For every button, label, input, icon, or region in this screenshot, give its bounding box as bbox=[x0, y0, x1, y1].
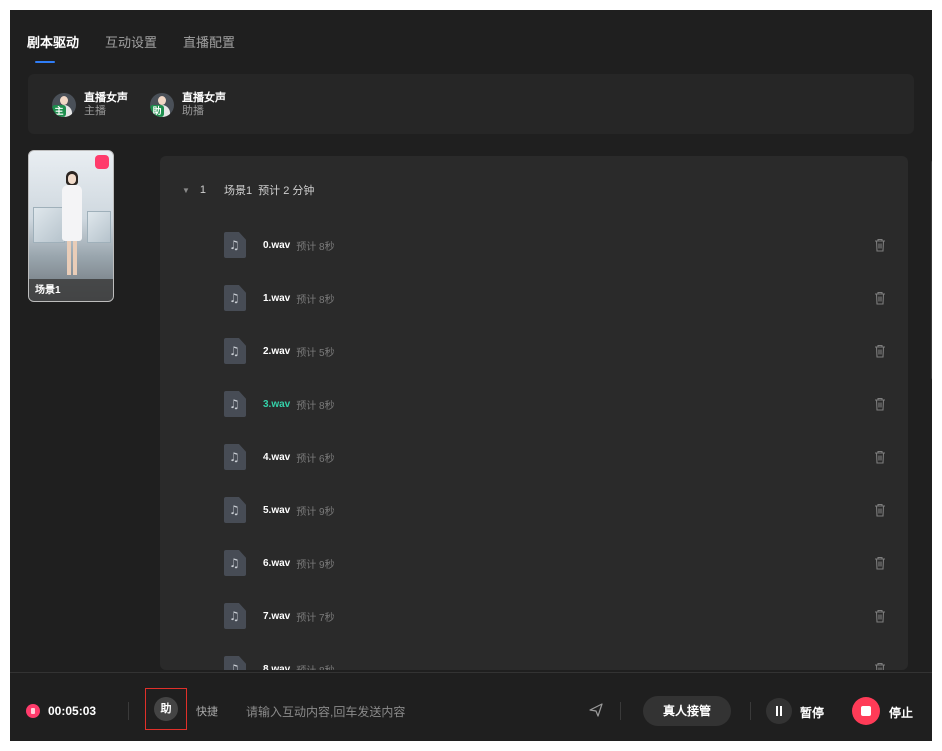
divider bbox=[750, 702, 751, 720]
file-row[interactable]: 8.wav 预计 8秒 bbox=[224, 654, 892, 670]
stop-icon[interactable] bbox=[852, 697, 880, 725]
delete-icon[interactable] bbox=[872, 290, 888, 306]
file-name: 0.wav bbox=[263, 239, 291, 251]
voice-role: 主播 bbox=[84, 105, 106, 117]
voice-bar: 主 直播女声 主播 助 直播女声 助播 bbox=[28, 74, 914, 134]
file-row[interactable]: 2.wav 预计 5秒 bbox=[224, 336, 892, 366]
file-name: 1.wav bbox=[263, 292, 291, 304]
assistant-toggle-button[interactable]: 助 bbox=[145, 688, 187, 730]
pause-button-label[interactable]: 暂停 bbox=[800, 704, 824, 721]
file-row[interactable]: 7.wav 预计 7秒 bbox=[224, 601, 892, 631]
send-icon[interactable] bbox=[588, 702, 604, 718]
voice-name: 直播女声 bbox=[182, 92, 226, 104]
file-row[interactable]: 1.wav 预计 8秒 bbox=[224, 283, 892, 313]
voice-host[interactable]: 主 直播女声 主播 bbox=[52, 92, 128, 118]
scene-header[interactable]: ▼ 1 场景1 预计 2 分钟 bbox=[182, 182, 314, 198]
file-duration: 预计 8秒 bbox=[296, 662, 334, 671]
delete-icon[interactable] bbox=[872, 661, 888, 670]
file-row[interactable]: 5.wav 预计 9秒 bbox=[224, 495, 892, 525]
file-row[interactable]: 4.wav 预计 6秒 bbox=[224, 442, 892, 472]
file-duration: 预计 9秒 bbox=[296, 559, 335, 571]
host-badge: 主 bbox=[52, 105, 66, 117]
file-name: 7.wav bbox=[263, 610, 291, 622]
audio-file-icon bbox=[224, 338, 246, 364]
delete-icon[interactable] bbox=[872, 396, 888, 412]
quick-phrases-button[interactable]: 快捷 bbox=[196, 703, 218, 719]
delete-icon[interactable] bbox=[872, 502, 888, 518]
tab-live-config[interactable]: 直播配置 bbox=[183, 32, 235, 51]
audio-file-icon bbox=[224, 603, 246, 629]
file-name: 6.wav bbox=[263, 557, 291, 569]
scene-thumbnail[interactable]: 场景1 bbox=[28, 150, 114, 302]
pause-icon[interactable] bbox=[766, 698, 792, 724]
avatar: 助 bbox=[150, 93, 174, 117]
file-duration: 预计 5秒 bbox=[296, 347, 335, 359]
script-list-panel: ▼ 1 场景1 预计 2 分钟 0.wav 预计 8秒 1.wav 预计 8秒 2.wa… bbox=[160, 156, 908, 670]
caret-down-icon[interactable]: ▼ bbox=[182, 186, 190, 195]
audio-file-icon bbox=[224, 444, 246, 470]
file-name: 4.wav bbox=[263, 451, 291, 463]
voice-role: 助播 bbox=[182, 105, 204, 117]
scrollbar[interactable] bbox=[931, 160, 932, 380]
delete-icon[interactable] bbox=[872, 449, 888, 465]
tab-script-driven[interactable]: 剧本驱动 bbox=[27, 32, 79, 63]
file-row[interactable]: 6.wav 预计 9秒 bbox=[224, 548, 892, 578]
divider bbox=[620, 702, 621, 720]
file-duration: 预计 6秒 bbox=[296, 453, 335, 465]
audio-file-icon bbox=[224, 550, 246, 576]
stop-button-label[interactable]: 停止 bbox=[889, 704, 913, 721]
live-status-icon bbox=[26, 704, 40, 718]
human-takeover-button[interactable]: 真人接管 bbox=[643, 696, 731, 726]
file-row[interactable]: 3.wav 预计 8秒 bbox=[224, 389, 892, 419]
voice-name: 直播女声 bbox=[84, 92, 128, 104]
live-timer: 00:05:03 bbox=[48, 704, 97, 718]
scene-name: 场景1 bbox=[224, 185, 253, 197]
delete-icon[interactable] bbox=[872, 555, 888, 571]
delete-icon[interactable] bbox=[872, 343, 888, 359]
scene-thumbnail-label: 场景1 bbox=[35, 285, 61, 296]
control-bar: 00:05:03 助 快捷 真人接管 暂停 停止 bbox=[10, 672, 932, 741]
scene-estimate: 预计 2 分钟 bbox=[258, 185, 315, 197]
app-window: 剧本驱动 互动设置 直播配置 主 直播女声 主播 助 直播女声 助播 场景1 ▼… bbox=[10, 10, 932, 741]
avatar: 主 bbox=[52, 93, 76, 117]
file-duration: 预计 8秒 bbox=[296, 400, 335, 412]
file-duration: 预计 9秒 bbox=[296, 506, 335, 518]
audio-file-icon bbox=[224, 285, 246, 311]
delete-icon[interactable] bbox=[872, 237, 888, 253]
file-name: 2.wav bbox=[263, 345, 291, 357]
tab-interaction-settings[interactable]: 互动设置 bbox=[105, 32, 157, 51]
file-row[interactable]: 0.wav 预计 8秒 bbox=[224, 230, 892, 260]
audio-file-icon bbox=[224, 391, 246, 417]
live-indicator-icon bbox=[95, 155, 109, 169]
audio-file-icon bbox=[224, 497, 246, 523]
tab-bar: 剧本驱动 互动设置 直播配置 bbox=[27, 32, 261, 63]
file-duration: 预计 7秒 bbox=[296, 612, 335, 624]
assistant-badge: 助 bbox=[150, 105, 164, 117]
file-name: 8.wav bbox=[263, 663, 291, 671]
audio-file-icon bbox=[224, 656, 246, 670]
file-duration: 预计 8秒 bbox=[296, 294, 335, 306]
interaction-input[interactable] bbox=[244, 698, 578, 726]
scene-number: 1 bbox=[199, 184, 207, 196]
assistant-avatar: 助 bbox=[154, 697, 178, 721]
file-name: 5.wav bbox=[263, 504, 291, 516]
presenter-image bbox=[59, 171, 85, 279]
audio-file-icon bbox=[224, 232, 246, 258]
file-duration: 预计 8秒 bbox=[296, 241, 335, 253]
file-name: 3.wav bbox=[263, 398, 291, 410]
divider bbox=[128, 702, 129, 720]
voice-assistant[interactable]: 助 直播女声 助播 bbox=[150, 92, 226, 118]
delete-icon[interactable] bbox=[872, 608, 888, 624]
